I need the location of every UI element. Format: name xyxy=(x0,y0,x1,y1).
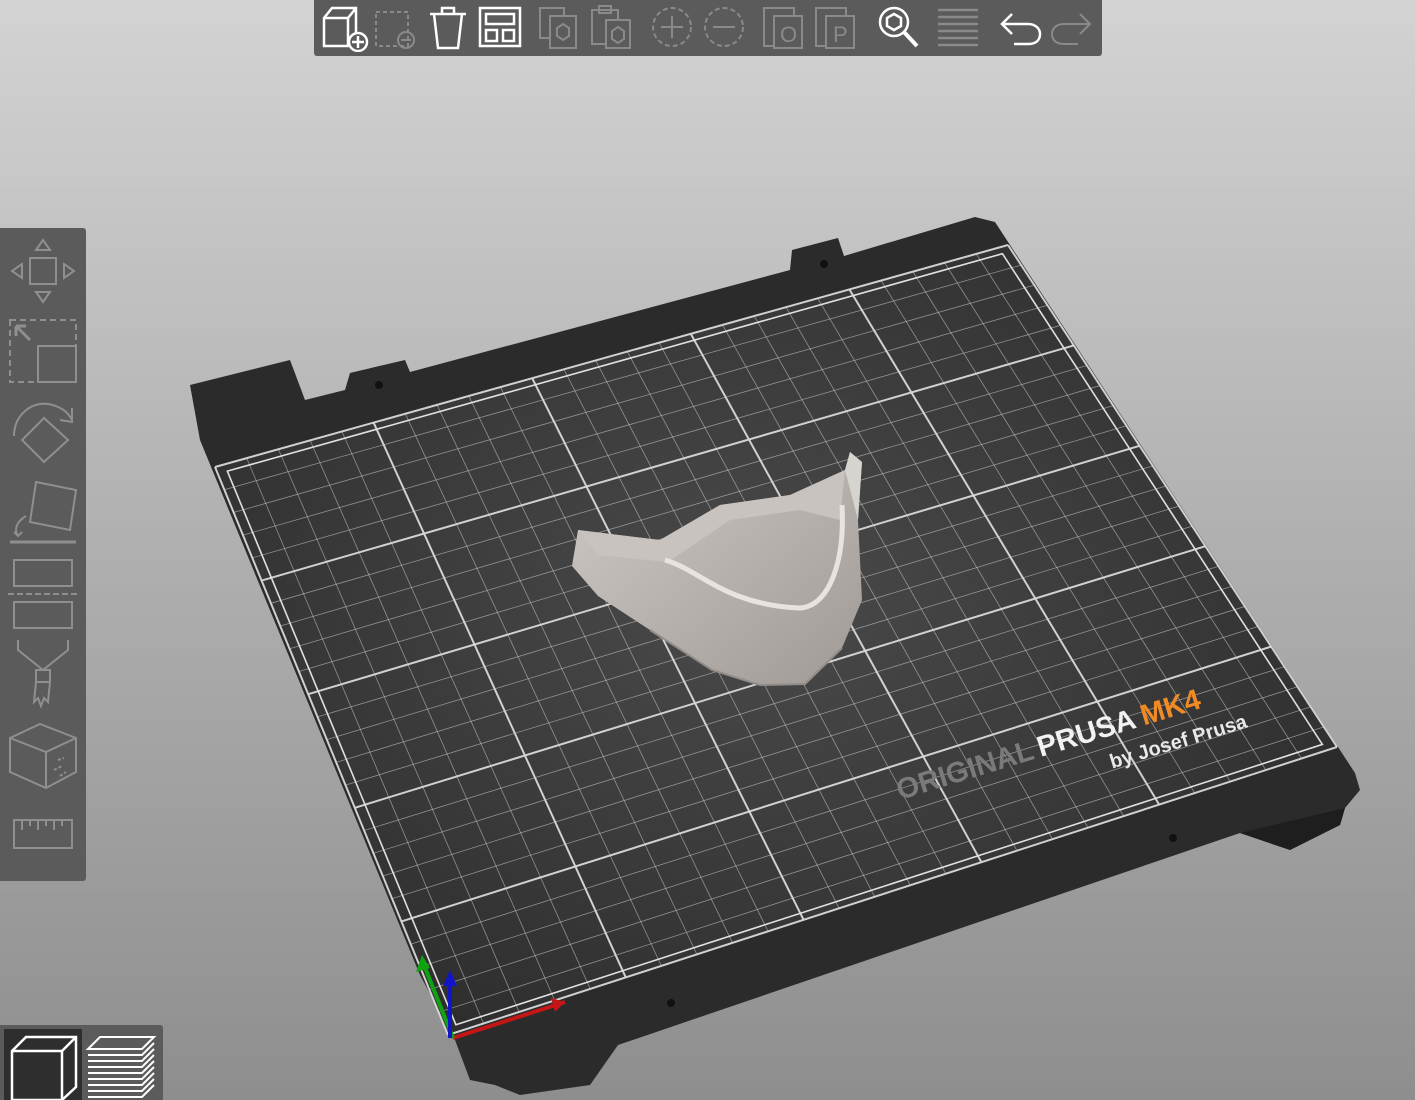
plus-circle-icon xyxy=(652,7,692,47)
trash-icon xyxy=(430,6,466,50)
3d-viewport[interactable]: ORIGINAL PRUSA MK4 by Josef Prusa xyxy=(0,0,1415,1100)
split-objects-button[interactable]: O xyxy=(760,2,812,52)
place-on-face-tool[interactable] xyxy=(4,476,82,550)
cube-icon xyxy=(9,722,77,790)
arrange-button[interactable] xyxy=(474,2,526,52)
redo-icon xyxy=(1050,13,1092,45)
rotate-tool[interactable] xyxy=(4,396,82,470)
scale-icon xyxy=(9,319,77,383)
paint-brush-icon xyxy=(17,640,69,709)
svg-text:O: O xyxy=(780,22,797,47)
rotate-icon xyxy=(13,402,73,464)
minus-circle-icon xyxy=(704,7,744,47)
preview-button[interactable] xyxy=(82,1029,160,1100)
copy-icon xyxy=(539,7,577,49)
paste-button[interactable] xyxy=(586,2,638,52)
measure-tool[interactable] xyxy=(4,806,82,856)
delete-object-button[interactable] xyxy=(370,2,422,52)
scale-tool[interactable] xyxy=(4,314,82,388)
move-icon xyxy=(10,238,76,304)
add-object-button[interactable] xyxy=(318,2,370,52)
3d-view-button[interactable] xyxy=(4,1029,82,1100)
cut-tool[interactable] xyxy=(4,556,82,630)
move-tool[interactable] xyxy=(4,234,82,308)
layers-icon xyxy=(938,8,978,47)
view-toolbar xyxy=(0,1025,163,1100)
paint-tool[interactable] xyxy=(4,636,82,710)
undo-button[interactable] xyxy=(994,2,1046,52)
search-icon xyxy=(878,6,919,48)
add-cube-icon xyxy=(322,6,369,52)
add-instance-button[interactable] xyxy=(646,2,698,52)
delete-cube-icon xyxy=(375,11,415,49)
delete-all-button[interactable] xyxy=(422,2,474,52)
redo-button[interactable] xyxy=(1046,2,1098,52)
ruler-icon xyxy=(13,819,73,849)
split-parts-button[interactable]: P xyxy=(812,2,864,52)
split-parts-icon: P xyxy=(815,7,855,49)
svg-text:P: P xyxy=(833,22,848,47)
layers-stack-icon xyxy=(85,1036,157,1098)
copy-button[interactable] xyxy=(534,2,586,52)
left-toolbar xyxy=(0,228,86,881)
undo-icon xyxy=(1000,13,1042,46)
place-on-face-icon xyxy=(10,480,78,544)
layers-editing-button[interactable] xyxy=(932,2,984,52)
mesh-boolean-tool[interactable] xyxy=(4,718,82,792)
cut-icon xyxy=(8,559,78,629)
3d-cube-icon xyxy=(10,1035,78,1100)
arrange-icon xyxy=(478,6,522,48)
top-toolbar: O P xyxy=(314,0,1102,56)
split-objects-icon: O xyxy=(763,7,803,49)
paste-icon xyxy=(591,5,631,49)
remove-instance-button[interactable] xyxy=(698,2,750,52)
search-button[interactable] xyxy=(872,2,924,52)
